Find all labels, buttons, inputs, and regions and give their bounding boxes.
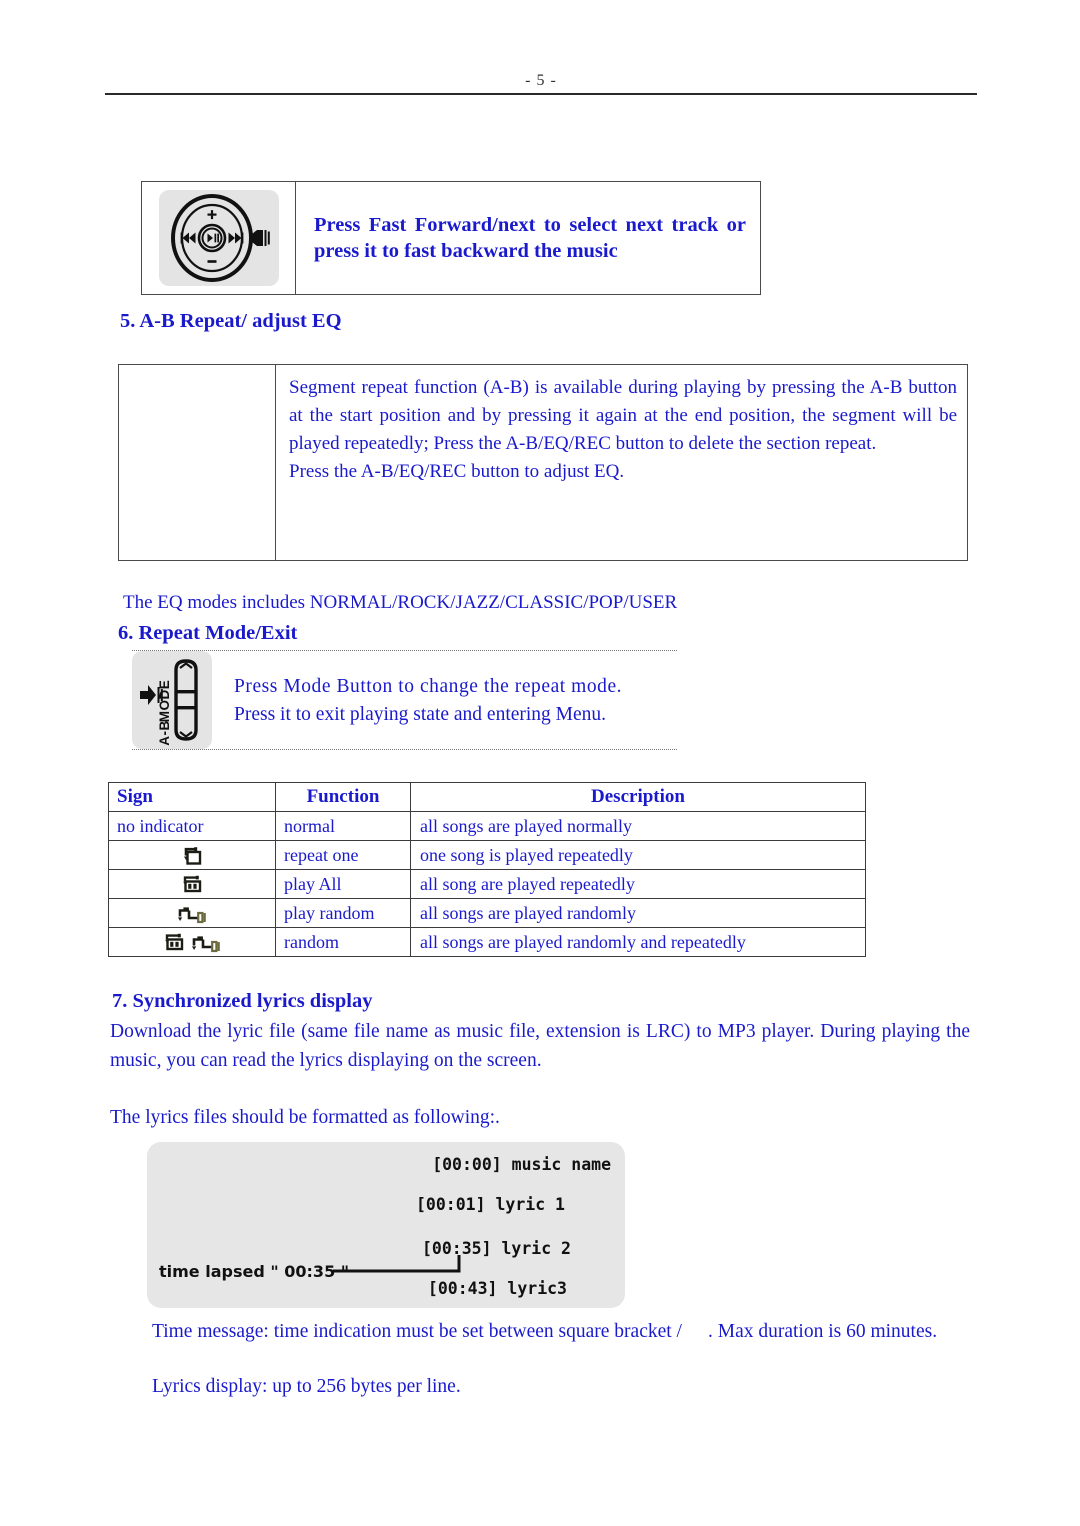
control-wheel-callout-text-cell: Press Fast Forward/next to select next t…: [296, 182, 760, 294]
table-cell-function: repeat one: [275, 840, 411, 870]
control-wheel-callout-text: Press Fast Forward/next to select next t…: [314, 212, 746, 264]
lyric-line-0: [00:00] music name: [432, 1155, 611, 1174]
table-header-sign: Sign: [108, 782, 276, 812]
section-7-paragraph-2: The lyrics files should be formatted as …: [110, 1107, 500, 1128]
section-6-line-2: Press it to exit playing state and enter…: [234, 703, 607, 725]
lyrics-annotation: time lapsed " 00:35 ": [159, 1262, 349, 1281]
section-6-text: Press Mode Button to change the repeat m…: [212, 651, 622, 728]
section-7-heading: 7. Synchronized lyrics display: [112, 990, 373, 1012]
table-header-row: Sign Function Description: [108, 782, 866, 812]
lyric-line-1: [00:01] lyric 1: [416, 1195, 565, 1214]
header-rule: [105, 93, 977, 95]
lyrics-note-1-part-1: Time message: time indication must be se…: [152, 1321, 682, 1342]
svg-text:A-B: A-B: [157, 720, 172, 746]
table-row: random all songs are played randomly and…: [108, 927, 866, 957]
callout-line-1: Press Fast Forward/next to select next t…: [314, 213, 746, 236]
table-cell-function: play All: [275, 869, 411, 899]
section-6-heading: 6. Repeat Mode/Exit: [118, 622, 298, 644]
lyric-line-2: [00:35] lyric 2: [422, 1239, 571, 1258]
svg-text:MODE: MODE: [157, 680, 172, 723]
shuffle-icon: [176, 904, 208, 924]
section-5-paragraph-2: Press the A-B/EQ/REC button to adjust EQ…: [289, 461, 625, 483]
repeat-all-icon: [181, 875, 203, 895]
table-cell-function: play random: [275, 898, 411, 928]
lyrics-note-2: Lyrics display: up to 256 bytes per line…: [152, 1376, 461, 1397]
table-cell-sign: [108, 898, 276, 928]
section-5-empty-cell: [119, 365, 276, 560]
table-header-function: Function: [275, 782, 411, 812]
table-row: no indicator normal all songs are played…: [108, 811, 866, 841]
control-wheel-icon-cell: [142, 182, 296, 294]
table-cell-sign: no indicator: [108, 811, 276, 841]
lyric-line-3: [00:43] lyric3: [428, 1279, 567, 1298]
table-header-description: Description: [410, 782, 866, 812]
table-cell-description: all songs are played randomly and repeat…: [410, 927, 866, 957]
lyrics-format-figure: [00:00] music name [00:01] lyric 1 [00:3…: [147, 1142, 625, 1308]
table-cell-description: all songs are played normally: [410, 811, 866, 841]
table-row: play All all song are played repeatedly: [108, 869, 866, 899]
control-wheel-callout-box: Press Fast Forward/next to select next t…: [141, 181, 761, 295]
section-7-paragraph-1: Download the lyric file (same file name …: [110, 1021, 970, 1072]
table-cell-function: normal: [275, 811, 411, 841]
callout-line-2: press it to fast backward the music: [314, 240, 618, 262]
eq-modes-line: The EQ modes includes NORMAL/ROCK/JAZZ/C…: [123, 592, 678, 613]
table-row: repeat one one song is played repeatedly: [108, 840, 866, 870]
lyrics-note-1-part-2: . Max duration is 60 minutes.: [707, 1321, 938, 1342]
section-5-paragraph-1: Segment repeat function (A-B) is availab…: [289, 377, 957, 455]
section-6-box: MODE A-B Press Mode Button to change the…: [132, 650, 677, 750]
table-cell-description: all songs are played randomly: [410, 898, 866, 928]
repeat-mode-table: Sign Function Description no indicator n…: [108, 782, 866, 957]
table-row: play random all songs are played randoml…: [108, 898, 866, 928]
page-header: - 5 -: [105, 72, 977, 95]
repeat-one-icon: [181, 846, 203, 866]
section-6-line-1: Press Mode Button to change the repeat m…: [234, 676, 623, 697]
lyrics-note-1: Time message: time indication must be se…: [152, 1318, 972, 1346]
table-cell-sign: [108, 840, 276, 870]
table-cell-sign: [108, 869, 276, 899]
ab-mode-side-button-icon: MODE A-B: [132, 651, 212, 749]
table-cell-description: one song is played repeatedly: [410, 840, 866, 870]
table-cell-sign: [108, 927, 276, 957]
page-number: - 5 -: [525, 72, 557, 89]
table-cell-description: all song are played repeatedly: [410, 869, 866, 899]
section-5-heading: 5. A-B Repeat/ adjust EQ: [120, 310, 342, 332]
player-control-wheel-icon: [158, 190, 279, 286]
repeat-all-shuffle-icon: [163, 933, 222, 953]
section-5-box: Segment repeat function (A-B) is availab…: [118, 364, 968, 561]
section-5-text-cell: Segment repeat function (A-B) is availab…: [276, 365, 967, 560]
table-cell-function: random: [275, 927, 411, 957]
